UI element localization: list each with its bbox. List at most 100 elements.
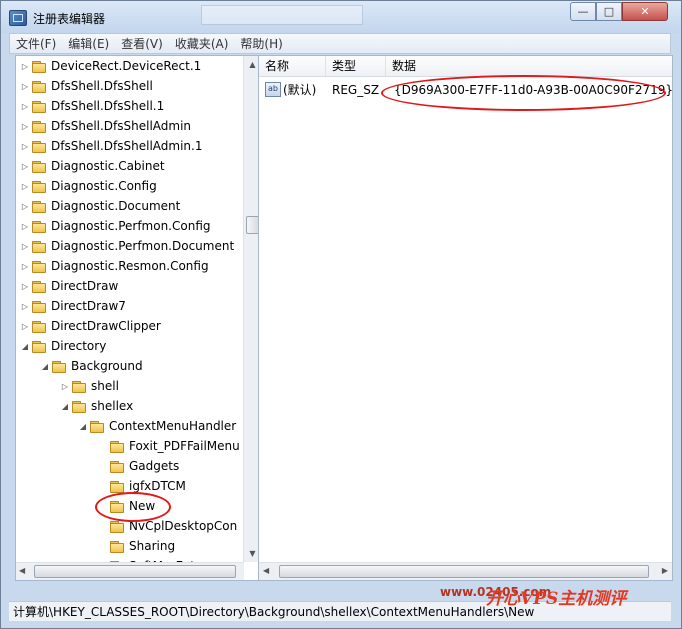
tree-item-label: New bbox=[129, 499, 156, 513]
tree-item-label: Foxit_PDFFailMenu bbox=[129, 439, 240, 453]
tree-item[interactable]: ◢ Directory bbox=[20, 336, 106, 356]
tree-item[interactable]: ◢ ContextMenuHandler bbox=[78, 416, 236, 436]
expand-arrow-icon[interactable]: ▷ bbox=[20, 222, 30, 231]
folder-icon bbox=[32, 100, 46, 113]
scroll-right-icon[interactable]: ▶ bbox=[662, 566, 668, 575]
tree-item-label: DfsShell.DfsShellAdmin.1 bbox=[51, 139, 203, 153]
tree-horizontal-scrollbar[interactable]: ◀ bbox=[16, 562, 244, 580]
tree-item-label: Diagnostic.Perfmon.Config bbox=[51, 219, 211, 233]
tree-item[interactable]: ◢ Background bbox=[40, 356, 143, 376]
collapse-arrow-icon[interactable]: ◢ bbox=[40, 362, 50, 371]
tree-item[interactable]: ▷ Diagnostic.Config bbox=[20, 176, 157, 196]
main-panes: SoftMgrExtSharingNvCplDesktopConNewigfxD… bbox=[9, 55, 673, 601]
folder-icon bbox=[32, 320, 46, 333]
tree-item[interactable]: ▷ DfsShell.DfsShell bbox=[20, 76, 153, 96]
tree-item[interactable]: ◢ shellex bbox=[60, 396, 133, 416]
value-type: REG_SZ bbox=[332, 83, 380, 97]
expand-arrow-icon[interactable]: ▷ bbox=[20, 262, 30, 271]
expand-arrow-icon[interactable]: ▷ bbox=[20, 202, 30, 211]
scroll-left-icon[interactable]: ◀ bbox=[19, 566, 25, 575]
tree-item[interactable]: ▷ DfsShell.DfsShellAdmin bbox=[20, 116, 191, 136]
menu-file[interactable]: 文件(F) bbox=[10, 35, 62, 53]
tree-item-label: DfsShell.DfsShellAdmin bbox=[51, 119, 192, 133]
column-header-type[interactable]: 类型 bbox=[326, 56, 386, 76]
expand-arrow-icon[interactable]: ▷ bbox=[20, 82, 30, 91]
key-tree[interactable]: SoftMgrExtSharingNvCplDesktopConNewigfxD… bbox=[15, 55, 262, 581]
tree-item-label: Directory bbox=[51, 339, 107, 353]
folder-icon bbox=[32, 220, 46, 233]
close-button[interactable]: ✕ bbox=[622, 2, 668, 21]
folder-icon bbox=[32, 140, 46, 153]
tree-item[interactable]: ▷ DirectDraw7 bbox=[20, 296, 126, 316]
tree-item-label: DfsShell.DfsShell bbox=[51, 79, 153, 93]
tree-item[interactable]: Foxit_PDFFailMenu bbox=[98, 436, 240, 456]
scroll-left-icon[interactable]: ◀ bbox=[263, 566, 269, 575]
value-data: {D969A300-E7FF-11d0-A93B-00A0C90F2719} bbox=[394, 83, 673, 97]
title-bar[interactable]: 注册表编辑器 — □ ✕ bbox=[1, 1, 681, 33]
folder-icon bbox=[32, 280, 46, 293]
tree-item[interactable]: ▷ Diagnostic.Perfmon.Config bbox=[20, 216, 211, 236]
tree-item[interactable]: New bbox=[98, 496, 155, 516]
background-window-ghost bbox=[201, 5, 363, 25]
tree-item[interactable]: ▷ DfsShell.DfsShellAdmin.1 bbox=[20, 136, 203, 156]
menu-edit[interactable]: 编辑(E) bbox=[62, 35, 115, 53]
value-row[interactable]: ab (默认) REG_SZ {D969A300-E7FF-11d0-A93B-… bbox=[259, 80, 672, 100]
tree-item[interactable]: ▷ DirectDraw bbox=[20, 276, 118, 296]
collapse-arrow-icon[interactable]: ◢ bbox=[60, 402, 70, 411]
collapse-arrow-icon[interactable]: ◢ bbox=[78, 422, 88, 431]
tree-hscroll-thumb[interactable] bbox=[34, 565, 236, 578]
expand-arrow-icon[interactable]: ▷ bbox=[20, 302, 30, 311]
tree-item[interactable]: ▷ DirectDrawClipper bbox=[20, 316, 161, 336]
expand-arrow-icon[interactable]: ▷ bbox=[20, 162, 30, 171]
column-header-name[interactable]: 名称 bbox=[259, 56, 326, 76]
expand-arrow-icon[interactable]: ▷ bbox=[20, 282, 30, 291]
maximize-button[interactable]: □ bbox=[596, 2, 622, 21]
tree-item[interactable]: ▷ Diagnostic.Resmon.Config bbox=[20, 256, 209, 276]
expand-arrow-icon[interactable]: ▷ bbox=[20, 182, 30, 191]
tree-item-label: DfsShell.DfsShell.1 bbox=[51, 99, 165, 113]
tree-item[interactable]: igfxDTCM bbox=[98, 476, 186, 496]
values-hscroll-thumb[interactable] bbox=[279, 565, 649, 578]
folder-icon bbox=[110, 460, 124, 473]
tree-item[interactable]: ▷ Diagnostic.Cabinet bbox=[20, 156, 165, 176]
tree-item[interactable]: Sharing bbox=[98, 536, 175, 556]
column-header-data[interactable]: 数据 bbox=[386, 56, 672, 76]
tree-item-label: DirectDraw7 bbox=[51, 299, 126, 313]
tree-item[interactable]: ▷ Diagnostic.Perfmon.Document bbox=[20, 236, 234, 256]
expand-arrow-icon[interactable]: ▷ bbox=[20, 322, 30, 331]
tree-item[interactable]: ▷ DfsShell.DfsShell.1 bbox=[20, 96, 164, 116]
folder-icon bbox=[110, 440, 124, 453]
expand-arrow-icon[interactable]: ▷ bbox=[20, 242, 30, 251]
expand-arrow-icon[interactable]: ▷ bbox=[20, 142, 30, 151]
tree-item[interactable]: ▷ Diagnostic.Document bbox=[20, 196, 180, 216]
tree-item-label: Background bbox=[71, 359, 143, 373]
expand-arrow-icon[interactable]: ▷ bbox=[60, 382, 70, 391]
tree-item-label: shellex bbox=[91, 399, 134, 413]
folder-icon bbox=[90, 420, 104, 433]
expand-arrow-icon[interactable]: ▷ bbox=[20, 122, 30, 131]
folder-icon bbox=[32, 60, 46, 73]
collapse-arrow-icon[interactable]: ◢ bbox=[20, 342, 30, 351]
tree-item-label: Diagnostic.Perfmon.Document bbox=[51, 239, 235, 253]
expand-arrow-icon[interactable]: ▷ bbox=[20, 62, 30, 71]
values-horizontal-scrollbar[interactable]: ◀ ▶ bbox=[259, 562, 672, 580]
expand-arrow-icon[interactable]: ▷ bbox=[20, 102, 30, 111]
folder-icon bbox=[32, 260, 46, 273]
menu-bar: 文件(F) 编辑(E) 查看(V) 收藏夹(A) 帮助(H) bbox=[9, 33, 671, 54]
folder-icon bbox=[32, 300, 46, 313]
tree-item[interactable]: ▷ DeviceRect.DeviceRect.1 bbox=[20, 56, 201, 76]
registry-editor-icon bbox=[9, 10, 27, 26]
watermark-text: 开心VPS主机测评 bbox=[486, 589, 627, 609]
tree-item[interactable]: NvCplDesktopCon bbox=[98, 516, 237, 536]
menu-view[interactable]: 查看(V) bbox=[115, 35, 169, 53]
tree-item[interactable]: ▷ shell bbox=[60, 376, 119, 396]
minimize-button[interactable]: — bbox=[570, 2, 596, 21]
tree-item-label: DirectDraw bbox=[51, 279, 119, 293]
menu-favorites[interactable]: 收藏夹(A) bbox=[169, 35, 235, 53]
menu-help[interactable]: 帮助(H) bbox=[234, 35, 288, 53]
values-pane[interactable]: 名称 类型 数据 ab (默认) REG_SZ {D969A300-E7FF-1… bbox=[258, 55, 673, 581]
tree-item[interactable]: Gadgets bbox=[98, 456, 179, 476]
folder-icon bbox=[52, 360, 66, 373]
registry-editor-window: 注册表编辑器 — □ ✕ 文件(F) 编辑(E) 查看(V) 收藏夹(A) 帮助… bbox=[0, 0, 682, 629]
tree-item-label: Diagnostic.Cabinet bbox=[51, 159, 165, 173]
